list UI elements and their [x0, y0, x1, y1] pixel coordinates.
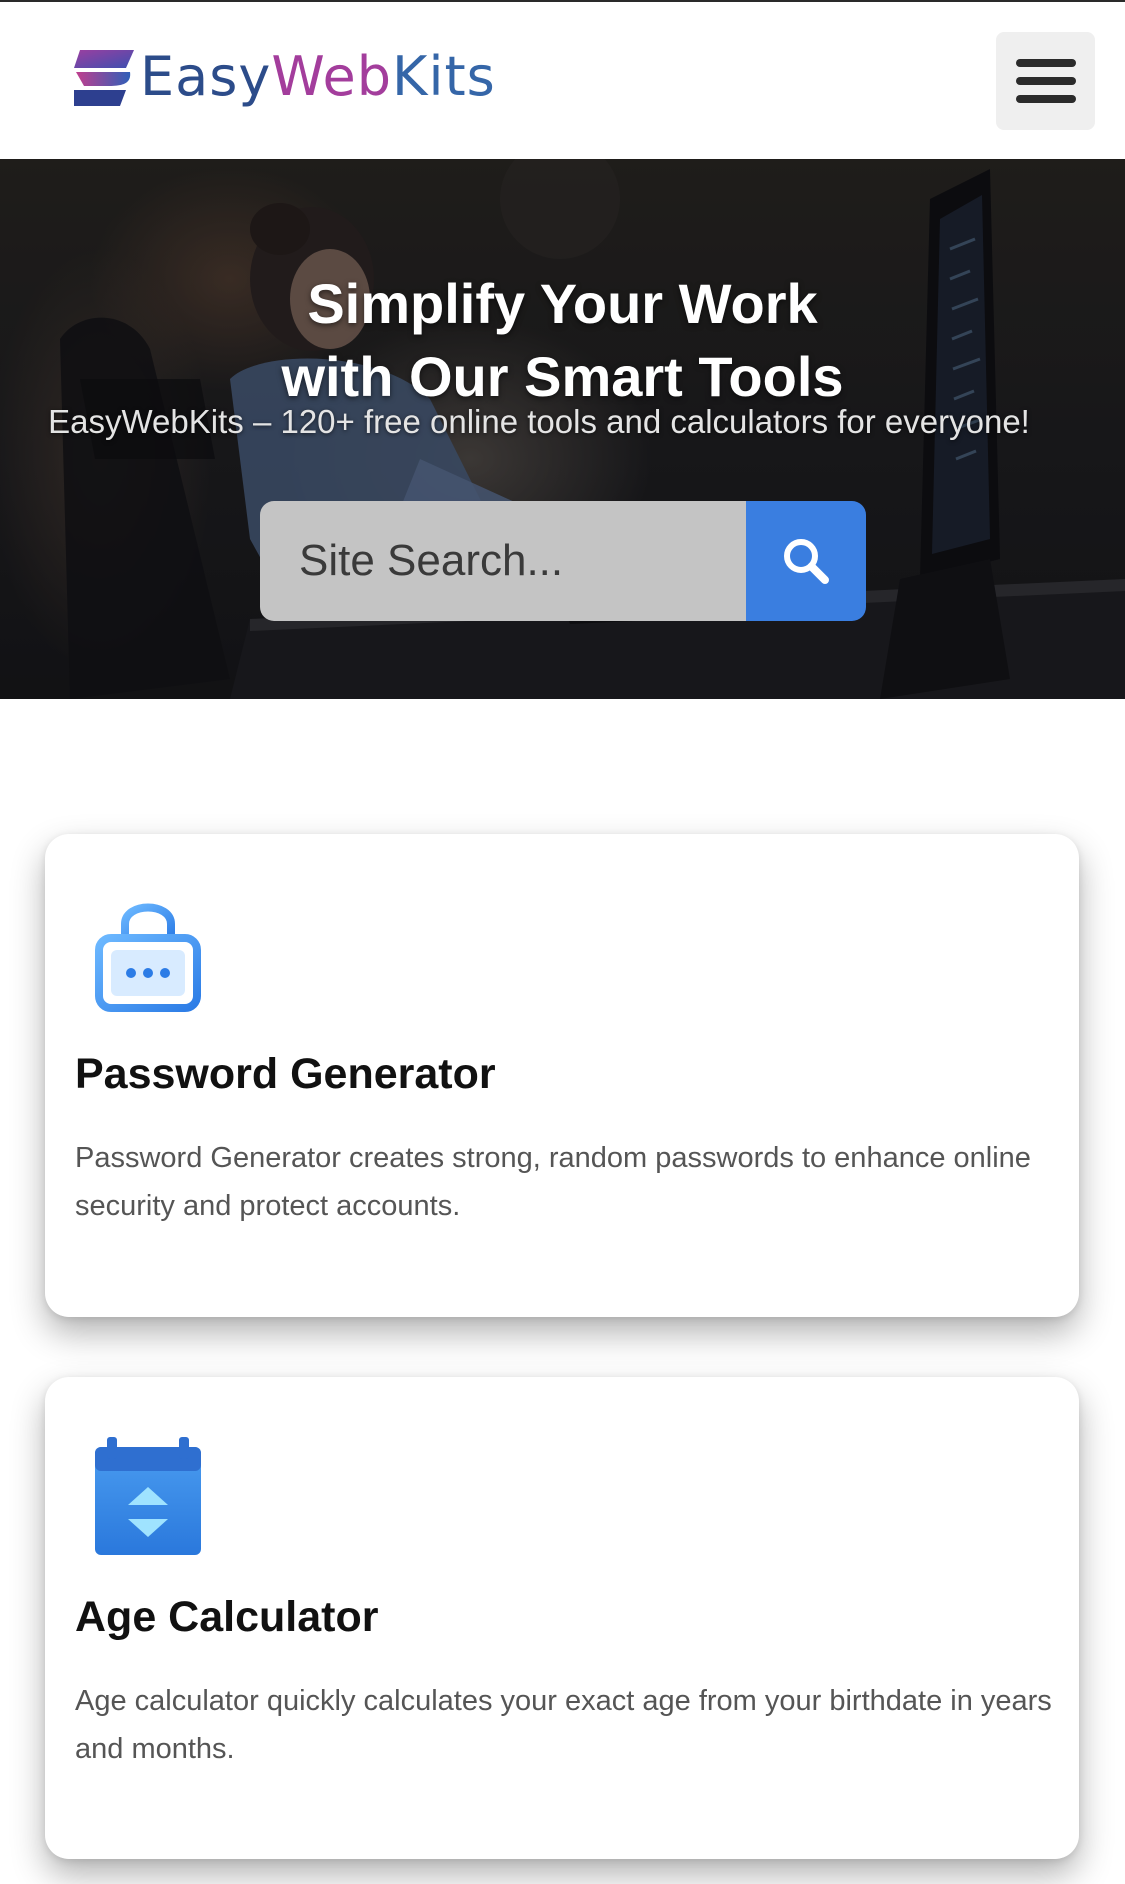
site-header: EasyWebKits — [0, 0, 1125, 159]
site-search-input[interactable] — [260, 501, 746, 621]
logo-text-web: Web — [271, 45, 393, 108]
hero-banner: Simplify Your Work with Our Smart Tools … — [0, 159, 1125, 699]
menu-icon-bar — [1015, 95, 1076, 103]
logo-text-kits: Kits — [392, 45, 496, 108]
tool-card-title[interactable]: Age Calculator — [75, 1591, 1035, 1643]
tool-card-age-calculator[interactable]: Age Calculator Age calculator quickly ca… — [45, 1377, 1079, 1859]
site-search-form — [260, 501, 866, 621]
site-logo[interactable]: EasyWebKits — [74, 44, 496, 110]
lock-icon — [95, 903, 201, 1012]
tool-card-description: Age calculator quickly calculates your e… — [75, 1685, 1052, 1765]
tool-card-password-generator[interactable]: Password Generator Password Generator cr… — [45, 834, 1079, 1317]
search-button[interactable] — [746, 501, 866, 621]
tool-card-description: Password Generator creates strong, rando… — [75, 1142, 1031, 1222]
hero-subtitle: EasyWebKits – 120+ free online tools and… — [48, 403, 1030, 440]
logo-text-easy: Easy — [140, 45, 272, 108]
hamburger-menu-icon — [1015, 59, 1076, 103]
search-icon — [784, 539, 829, 584]
menu-icon-bar — [1015, 77, 1076, 85]
logo-text: EasyWebKits — [140, 44, 496, 110]
menu-icon-bar — [1015, 59, 1076, 67]
tool-card-title[interactable]: Password Generator — [75, 1048, 1035, 1100]
calendar-icon — [95, 1437, 201, 1555]
menu-button[interactable] — [996, 32, 1095, 130]
hero-title-line-1: Simplify Your Work — [307, 272, 818, 335]
hero-title: Simplify Your Work with Our Smart Tools — [0, 267, 1125, 413]
logo-mark-icon — [74, 50, 134, 106]
